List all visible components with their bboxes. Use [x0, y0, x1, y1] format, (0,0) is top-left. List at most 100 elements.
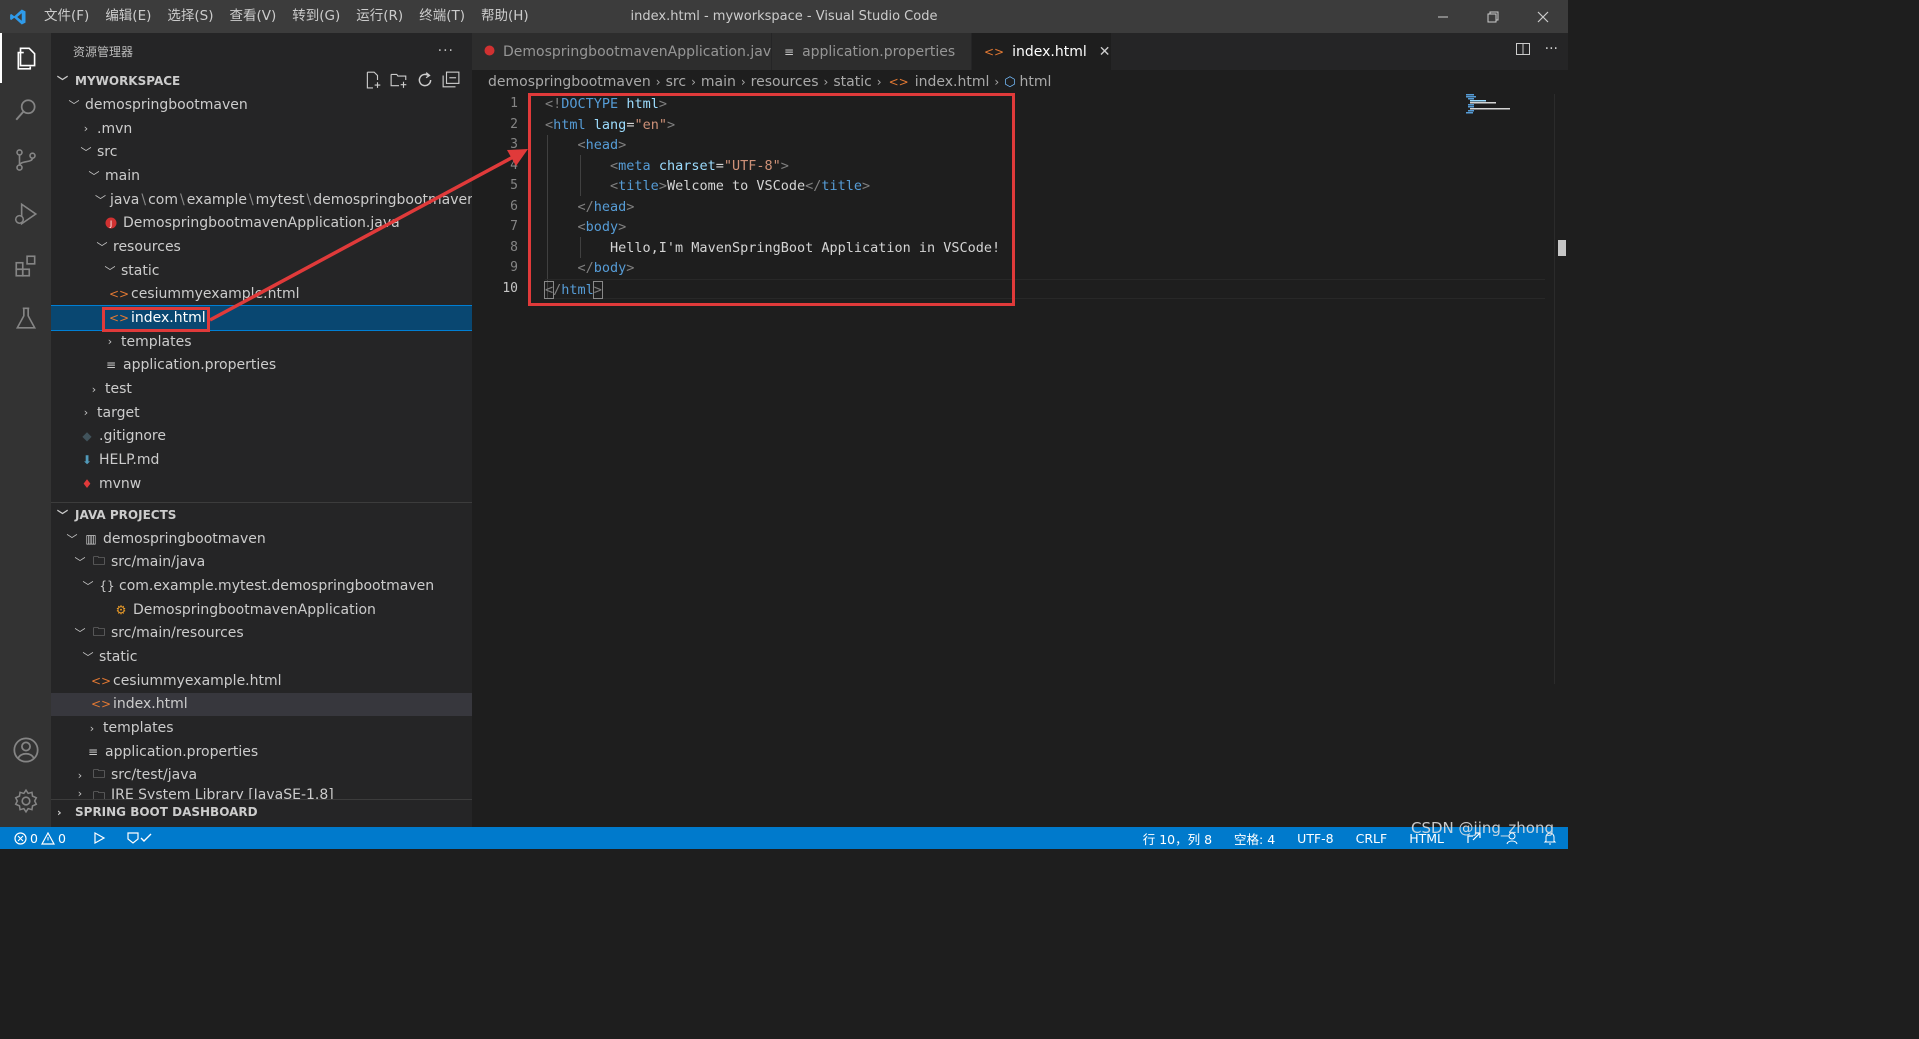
- section-java-projects[interactable]: ﹀ JAVA PROJECTS: [51, 503, 472, 527]
- tab-application-properties[interactable]: ≡ application.properties: [772, 33, 972, 70]
- section-myworkspace[interactable]: ﹀ MYWORKSPACE: [51, 69, 472, 93]
- explorer-icon[interactable]: [0, 33, 51, 83]
- breadcrumb: demospringbootmaven › src › main › resource…: [472, 70, 1568, 94]
- jp-item-src-main-resources[interactable]: ﹀ 🗀 src/main/resources: [51, 621, 472, 645]
- tree-item-label: src/test/java: [111, 767, 198, 784]
- extensions-icon[interactable]: [0, 241, 51, 291]
- jp-item-cesiummyexample[interactable]: <> cesiummyexample.html: [51, 669, 472, 693]
- breadcrumb-item[interactable]: html: [1020, 74, 1052, 90]
- tree-item-mvnw[interactable]: ♦ mvnw: [51, 472, 472, 496]
- tree-item-label: src/main/java: [111, 554, 206, 571]
- path-separator: \: [141, 191, 147, 208]
- breadcrumb-item[interactable]: src: [666, 74, 686, 90]
- properties-file-icon: ≡: [105, 358, 117, 373]
- tree-item-java-package-path[interactable]: ﹀ java \ com \ example \ mytest \ demospringboot…: [51, 188, 472, 212]
- more-actions-button[interactable]: ···: [438, 43, 454, 59]
- package-folder-icon: 🗀: [92, 553, 105, 568]
- jp-item-static[interactable]: ﹀ static: [51, 645, 472, 669]
- breadcrumb-item[interactable]: main: [701, 74, 736, 90]
- run-debug-icon[interactable]: [0, 189, 51, 239]
- run-task-icon[interactable]: [90, 831, 108, 845]
- jp-item-application-properties[interactable]: ≡ application.properties: [51, 740, 472, 764]
- collapse-all-icon[interactable]: [442, 71, 460, 89]
- close-tab-icon[interactable]: ✕: [1099, 44, 1111, 60]
- tree-item-application-properties[interactable]: ≡ application.properties: [51, 354, 472, 378]
- end-of-line[interactable]: CRLF: [1356, 831, 1388, 846]
- menu-selection[interactable]: 选择(S): [159, 0, 221, 33]
- tree-item-target[interactable]: › target: [51, 401, 472, 425]
- java-status-icon[interactable]: [126, 831, 154, 845]
- minimize-button[interactable]: [1418, 0, 1468, 33]
- breadcrumb-item[interactable]: demospringbootmaven: [488, 74, 651, 90]
- jp-item-jre[interactable]: › 🗀 JRE System Library [JavaSE-1.8]: [51, 787, 472, 799]
- indentation[interactable]: 空格: 4: [1234, 829, 1275, 848]
- section-spring-boot-label: SPRING BOOT DASHBOARD: [75, 805, 258, 820]
- tree-item-application-java[interactable]: J DemospringbootmavenApplication.java: [51, 211, 472, 235]
- jp-item-class[interactable]: ⚙ DemospringbootmavenApplication: [51, 598, 472, 622]
- tree-item-templates[interactable]: › templates: [51, 330, 472, 354]
- menu-edit[interactable]: 编辑(E): [97, 0, 159, 33]
- package-folder-icon: 🗀: [92, 766, 105, 781]
- tab-index-html[interactable]: <> index.html ✕: [972, 33, 1112, 70]
- tree-item-label: DemospringbootmavenApplication.java: [123, 215, 400, 232]
- tree-item-test[interactable]: › test: [51, 377, 472, 401]
- chevron-down-icon: ﹀: [57, 75, 68, 88]
- tree-item-label: .gitignore: [99, 428, 166, 445]
- problems-indicator[interactable]: 0 0: [14, 831, 66, 846]
- tree-item-static[interactable]: ﹀ static: [51, 259, 472, 283]
- minimap[interactable]: [1464, 94, 1554, 114]
- chevron-right-icon: ›: [740, 75, 746, 89]
- settings-gear-icon[interactable]: [0, 776, 51, 826]
- tree-item-help-md[interactable]: ⬇ HELP.md: [51, 448, 472, 472]
- jp-item-src-test-java[interactable]: › 🗀 src/test/java: [51, 764, 472, 788]
- menu-view[interactable]: 查看(V): [222, 0, 285, 33]
- breadcrumb-item[interactable]: static: [833, 74, 871, 90]
- tree-item-mvn[interactable]: › .mvn: [51, 117, 472, 141]
- breadcrumb-item[interactable]: resources: [751, 74, 819, 90]
- menu-file[interactable]: 文件(F): [36, 0, 97, 33]
- warning-icon: [40, 831, 55, 845]
- tab-application-java[interactable]: DemospringbootmavenApplication.java: [472, 33, 780, 70]
- line-number: 8: [510, 239, 518, 255]
- cursor-position[interactable]: 行 10，列 8: [1143, 829, 1212, 848]
- chevron-right-icon: ›: [89, 721, 95, 735]
- encoding[interactable]: UTF-8: [1297, 831, 1333, 846]
- menu-terminal[interactable]: 终端(T): [411, 0, 473, 33]
- split-editor-icon[interactable]: [1515, 41, 1531, 57]
- jp-item-project[interactable]: ﹀ ▥ demospringbootmaven: [51, 527, 472, 551]
- line-number: 6: [510, 198, 518, 214]
- section-spring-boot-dashboard[interactable]: › SPRING BOOT DASHBOARD: [51, 800, 472, 824]
- jp-item-index-html[interactable]: <> index.html: [51, 692, 472, 717]
- tree-item-gitignore[interactable]: ◆ .gitignore: [51, 425, 472, 449]
- refresh-icon[interactable]: [416, 71, 434, 89]
- menu-run[interactable]: 运行(R): [348, 0, 411, 33]
- tree-item-main[interactable]: ﹀ main: [51, 164, 472, 188]
- jp-item-templates[interactable]: › templates: [51, 716, 472, 740]
- tree-item-label: application.properties: [105, 743, 259, 760]
- chevron-down-icon: ﹀: [68, 98, 80, 112]
- restore-button[interactable]: [1468, 0, 1518, 33]
- jp-item-package[interactable]: ﹀ {} com.example.mytest.demospringbootma…: [51, 574, 472, 598]
- more-actions-icon[interactable]: ···: [1545, 41, 1558, 57]
- source-control-icon[interactable]: [0, 135, 51, 185]
- tree-item-label: src/main/resources: [111, 625, 244, 642]
- accounts-icon[interactable]: [0, 725, 51, 775]
- title-bar: 文件(F) 编辑(E) 选择(S) 查看(V) 转到(G) 运行(R) 终端(T…: [0, 0, 1568, 33]
- chevron-right-icon: ›: [823, 75, 829, 89]
- new-file-icon[interactable]: [364, 71, 382, 89]
- close-window-button[interactable]: [1518, 0, 1568, 33]
- new-folder-icon[interactable]: [390, 71, 408, 89]
- menu-go[interactable]: 转到(G): [284, 0, 348, 33]
- menu-help[interactable]: 帮助(H): [473, 0, 537, 33]
- tree-item-src[interactable]: ﹀ src: [51, 140, 472, 164]
- tree-item-cesiummyexample[interactable]: <> cesiummyexample.html: [51, 283, 472, 307]
- tree-item-resources[interactable]: ﹀ resources: [51, 235, 472, 259]
- explorer-header: 资源管理器 ···: [51, 33, 472, 69]
- tree-item-label: demospringbootmaven: [103, 530, 266, 547]
- search-icon[interactable]: [0, 85, 51, 135]
- jp-item-src-main-java[interactable]: ﹀ 🗀 src/main/java: [51, 550, 472, 574]
- breadcrumb-item[interactable]: index.html: [915, 74, 990, 90]
- testing-icon[interactable]: [0, 293, 51, 343]
- vertical-scrollbar[interactable]: [1554, 94, 1568, 684]
- tree-item-demospringbootmaven[interactable]: ﹀ demospringbootmaven: [51, 93, 472, 117]
